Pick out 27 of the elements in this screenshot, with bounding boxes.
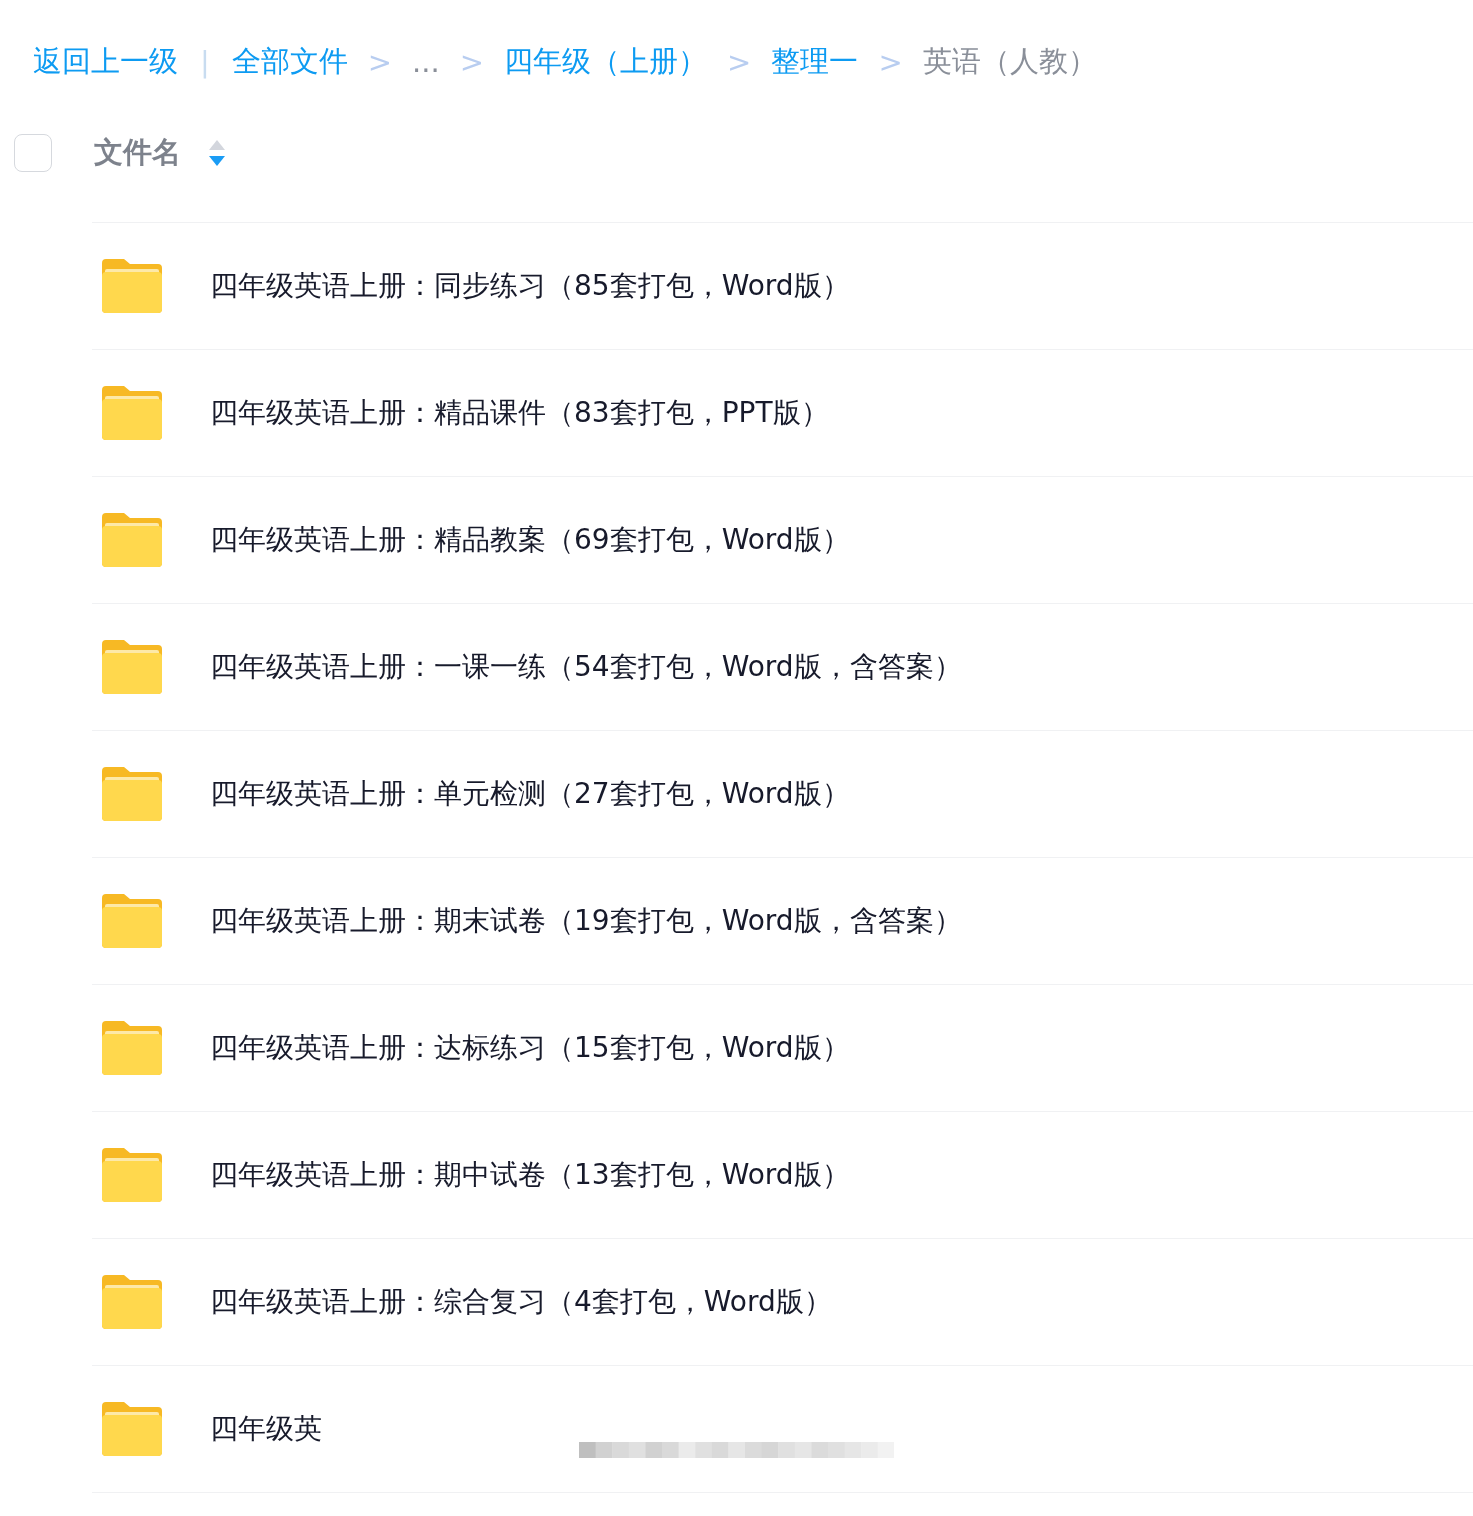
breadcrumb-separator: > <box>459 45 485 79</box>
breadcrumb-separator: > <box>367 45 393 79</box>
select-all-checkbox[interactable] <box>14 134 52 172</box>
file-name[interactable]: 四年级英语上册：同步练习（85套打包，Word版） <box>210 267 850 305</box>
folder-icon <box>102 894 162 948</box>
folder-icon <box>102 386 162 440</box>
folder-icon <box>102 1275 162 1329</box>
folder-icon <box>102 767 162 821</box>
file-name[interactable]: 四年级英 <box>210 1410 322 1448</box>
folder-icon <box>102 1021 162 1075</box>
file-name[interactable]: 四年级英语上册：精品课件（83套打包，PPT版） <box>210 394 829 432</box>
file-name[interactable]: 四年级英语上册：单元检测（27套打包，Word版） <box>210 775 850 813</box>
file-name[interactable]: 四年级英语上册：一课一练（54套打包，Word版，含答案） <box>210 648 962 686</box>
file-name[interactable]: 四年级英语上册：达标练习（15套打包，Word版） <box>210 1029 850 1067</box>
file-name[interactable]: 四年级英语上册：期中试卷（13套打包，Word版） <box>210 1156 850 1194</box>
file-name[interactable]: 四年级英语上册：期末试卷（19套打包，Word版，含答案） <box>210 902 962 940</box>
folder-icon <box>102 1402 162 1456</box>
folder-icon <box>102 513 162 567</box>
breadcrumb-divider: | <box>200 45 210 79</box>
file-name[interactable]: 四年级英语上册：精品教案（69套打包，Word版） <box>210 521 850 559</box>
file-name[interactable]: 四年级英语上册：综合复习（4套打包，Word版） <box>210 1283 832 1321</box>
breadcrumb-separator: > <box>727 45 752 79</box>
folder-icon <box>102 1148 162 1202</box>
column-header[interactable]: 文件名 <box>94 133 181 173</box>
folder-icon <box>102 640 162 694</box>
folder-icon <box>102 259 162 313</box>
breadcrumb-separator: > <box>878 45 903 79</box>
